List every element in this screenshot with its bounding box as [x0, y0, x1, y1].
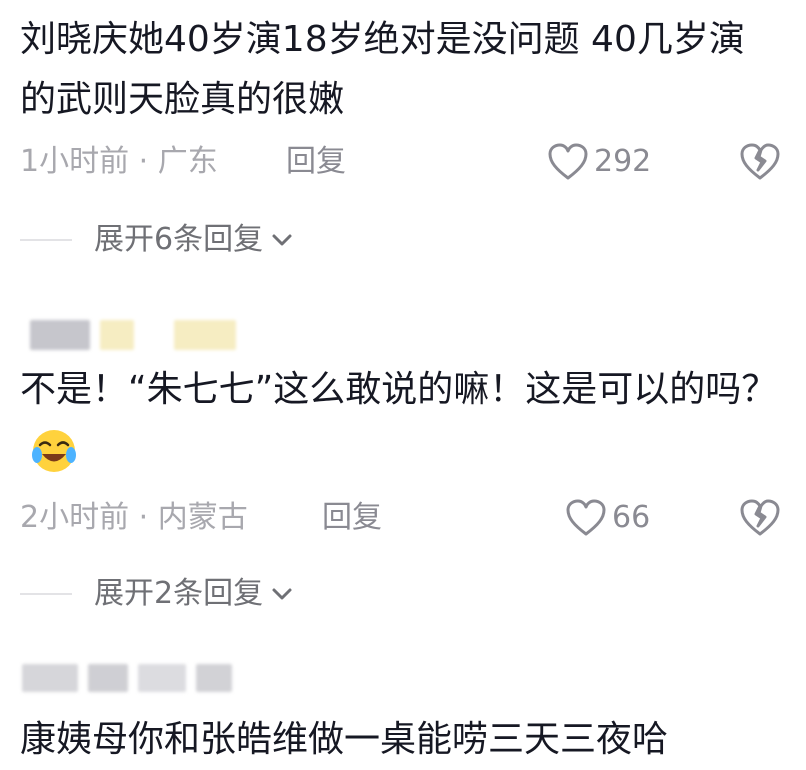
- reply-button[interactable]: 回复: [322, 496, 382, 540]
- comment-text: 康姨母你和张皓维做一桌能唠三天三夜哈: [20, 719, 669, 760]
- like-count: 66: [612, 500, 651, 535]
- expand-replies-label: 展开6条回复: [94, 222, 264, 257]
- chevron-down-icon: [272, 234, 292, 246]
- expand-divider: [20, 239, 72, 241]
- comment-text-body: 不是！“朱七七”这么敢说的嘛！这是可以的吗？: [20, 369, 778, 410]
- expand-replies[interactable]: 展开2条回复: [20, 572, 293, 616]
- expand-divider: [20, 593, 72, 595]
- like-button[interactable]: 66: [566, 496, 650, 540]
- reply-button[interactable]: 回复: [286, 140, 346, 184]
- comment-meta: 2小时前 · 内蒙古 回复 66: [20, 496, 786, 540]
- comment-meta: 1小时前 · 广东 回复 292: [20, 140, 786, 184]
- username-blurred[interactable]: [30, 320, 236, 350]
- expand-replies[interactable]: 展开6条回复: [20, 218, 293, 262]
- comment-text: 不是！“朱七七”这么敢说的嘛！这是可以的吗？: [20, 360, 780, 480]
- like-button[interactable]: 292: [548, 140, 651, 184]
- dislike-button[interactable]: [740, 142, 780, 186]
- heart-outline-icon: [548, 143, 588, 180]
- comment-time-location: 2小时前 · 内蒙古: [20, 500, 248, 535]
- broken-heart-icon: [740, 499, 780, 536]
- crying-laughing-emoji: [32, 430, 76, 472]
- chevron-down-icon: [272, 588, 292, 600]
- heart-outline-icon: [566, 499, 606, 536]
- comment-time-location: 1小时前 · 广东: [20, 144, 218, 179]
- dislike-button[interactable]: [740, 498, 780, 542]
- broken-heart-icon: [740, 143, 780, 180]
- comment-text: 刘晓庆她40岁演18岁绝对是没问题 40几岁演的武则天脸真的很嫩: [20, 19, 745, 120]
- username-blurred[interactable]: [22, 664, 232, 692]
- expand-replies-label: 展开2条回复: [94, 576, 264, 611]
- like-count: 292: [594, 144, 652, 179]
